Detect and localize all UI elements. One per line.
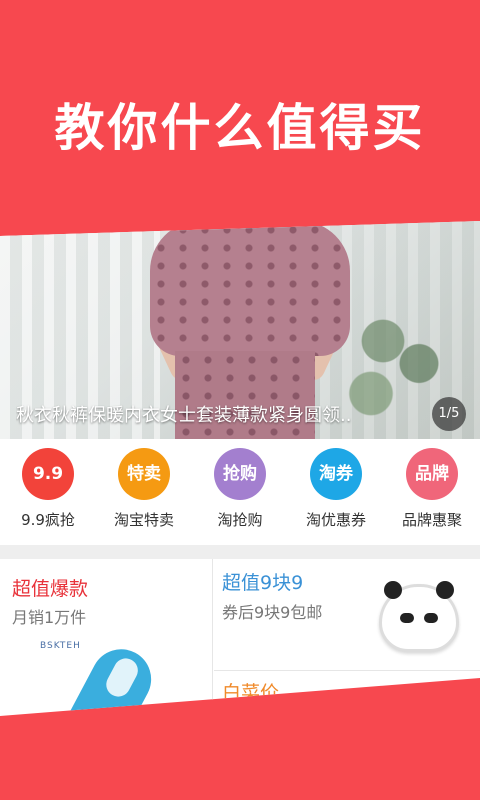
quick-nav-icon: 淘券 bbox=[310, 448, 362, 500]
panda-eye-icon bbox=[424, 613, 438, 623]
product-image-panda-basin bbox=[379, 581, 459, 652]
promo-subtitle: 券后9块9包邮 bbox=[222, 603, 323, 622]
banner-page-indicator: 1/5 bbox=[432, 397, 466, 431]
quick-nav-item-qianggou[interactable]: 抢购 淘抢购 bbox=[192, 448, 288, 538]
quick-nav-item-brand[interactable]: 品牌 品牌惠聚 bbox=[384, 448, 480, 538]
banner-carousel[interactable]: 秋衣秋裤保暖内衣女士套装薄款紧身圆领.. 1/5 bbox=[0, 221, 480, 439]
quick-nav-icon: 品牌 bbox=[406, 448, 458, 500]
promo-hot-deals[interactable]: 超值爆款 月销1万件 BSKTEH bbox=[0, 559, 213, 716]
quick-nav-icon: 抢购 bbox=[214, 448, 266, 500]
product-brand-label: BSKTEH bbox=[40, 641, 81, 651]
promo-title: 超值9块9 bbox=[222, 572, 304, 594]
promo-9-9[interactable]: 超值9块9 券后9块9包邮 bbox=[214, 559, 480, 671]
quick-nav-label: 9.9疯抢 bbox=[21, 511, 75, 529]
quick-nav-label: 淘宝特卖 bbox=[113, 511, 174, 529]
quick-nav-item-99[interactable]: 9.9 9.9疯抢 bbox=[0, 448, 96, 538]
quick-nav: 9.9 9.9疯抢 特卖 淘宝特卖 抢购 淘抢购 淘券 淘优惠券 品牌 品牌惠聚 bbox=[0, 448, 480, 538]
quick-nav-label: 淘优惠券 bbox=[305, 511, 366, 529]
panda-eye-icon bbox=[400, 613, 414, 623]
quick-nav-icon: 特卖 bbox=[118, 448, 170, 500]
quick-nav-item-coupon[interactable]: 淘券 淘优惠券 bbox=[288, 448, 384, 538]
quick-nav-icon: 9.9 bbox=[22, 448, 74, 500]
hero-title: 教你什么值得买 bbox=[54, 99, 426, 157]
promo-subtitle: 月销1万件 bbox=[12, 608, 87, 627]
banner-caption: 秋衣秋裤保暖内衣女士套装薄款紧身圆领.. bbox=[16, 405, 352, 426]
promo-title: 超值爆款 bbox=[12, 578, 89, 600]
section-divider bbox=[0, 545, 480, 559]
quick-nav-label: 品牌惠聚 bbox=[401, 511, 462, 529]
promo-bargain[interactable]: 白菜价 bbox=[214, 672, 480, 716]
panda-ear-icon bbox=[384, 581, 402, 599]
promo-title: 白菜价 bbox=[222, 682, 280, 704]
quick-nav-item-temai[interactable]: 特卖 淘宝特卖 bbox=[96, 448, 192, 538]
quick-nav-label: 淘抢购 bbox=[217, 511, 263, 529]
panda-ear-icon bbox=[436, 581, 454, 599]
banner-product-image bbox=[150, 221, 350, 356]
product-image-comb bbox=[38, 638, 162, 716]
